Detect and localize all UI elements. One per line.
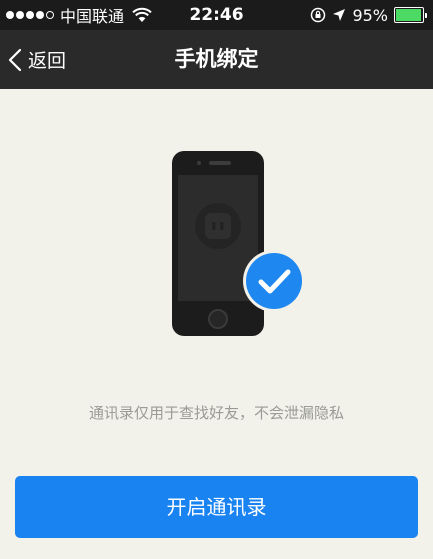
enable-contacts-button[interactable]: 开启通讯录 bbox=[15, 476, 418, 538]
chevron-left-icon bbox=[8, 48, 22, 71]
privacy-hint: 通讯录仅用于查找好友，不会泄漏隐私 bbox=[88, 404, 344, 422]
orientation-lock-icon bbox=[311, 7, 326, 23]
battery-percent: 95% bbox=[352, 5, 388, 25]
phone-verified-illustration bbox=[172, 151, 305, 336]
status-bar: 中国联通 22:46 95% bbox=[0, 0, 433, 30]
status-right: 95% bbox=[310, 0, 427, 30]
navigation-bar: 返回 手机绑定 bbox=[0, 30, 433, 89]
battery-icon bbox=[394, 7, 427, 23]
back-label: 返回 bbox=[28, 50, 67, 72]
location-arrow-icon bbox=[333, 9, 346, 21]
app-logo-icon bbox=[195, 203, 241, 249]
checkmark-badge-icon bbox=[243, 250, 305, 312]
back-button[interactable]: 返回 bbox=[8, 30, 66, 89]
